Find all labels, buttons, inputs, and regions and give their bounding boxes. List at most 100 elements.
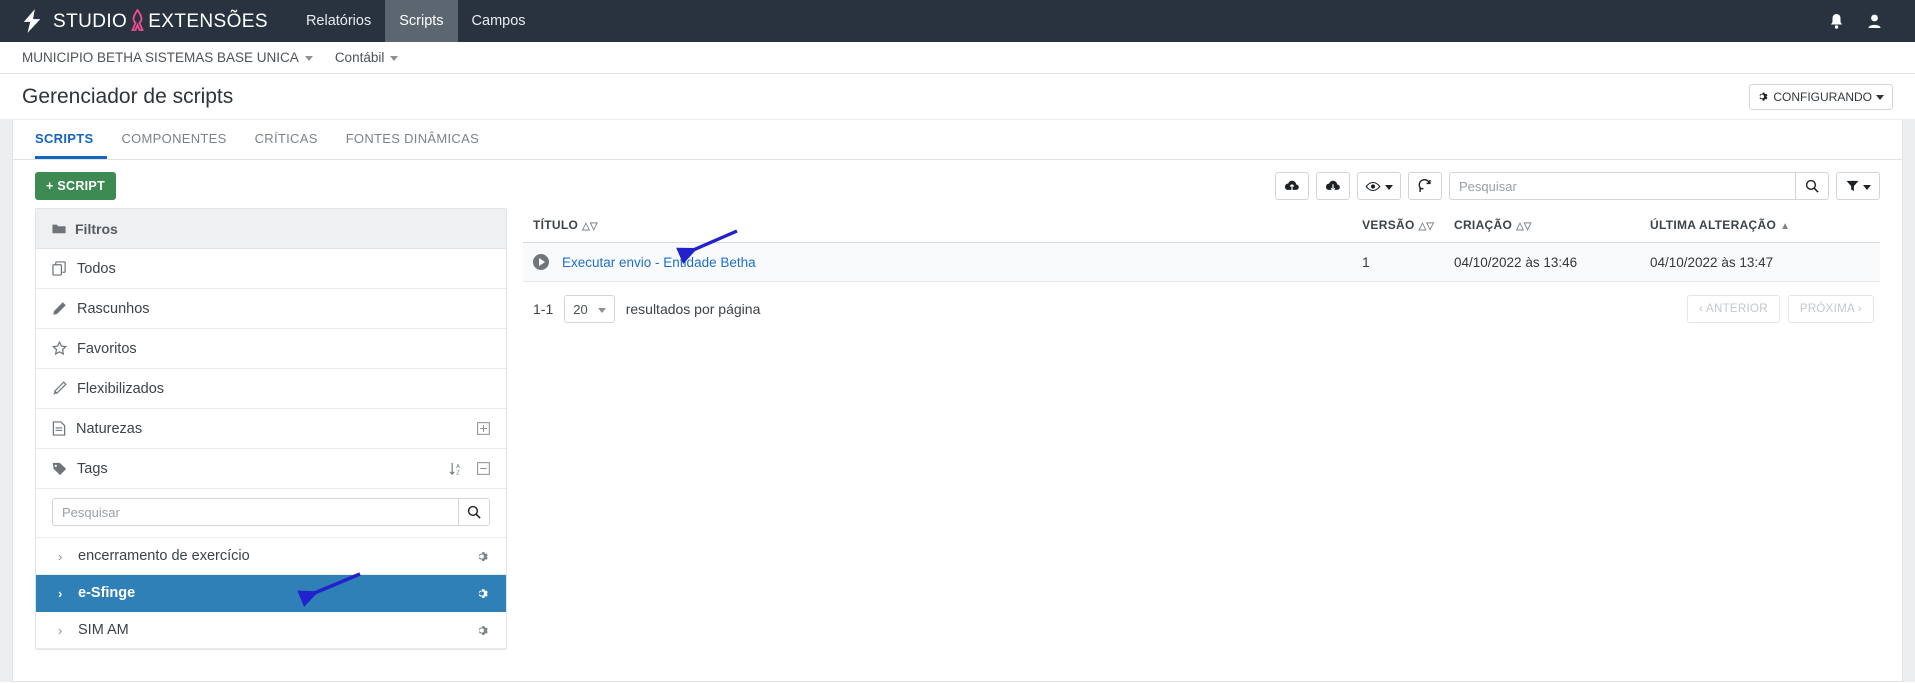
previous-page-button[interactable]: ‹ ANTERIOR [1687,295,1780,323]
folder-icon [52,224,66,233]
column-header-ultima-alteracao[interactable]: ÚLTIMA ALTERAÇÃO ▲ [1640,208,1880,243]
gear-icon [478,588,488,598]
tag-item-e-sfinge[interactable]: › e-Sfinge [36,575,506,612]
star-icon [52,341,67,356]
magic-wand-icon [53,381,67,395]
brand-studio: STUDIO [53,11,128,32]
sidebar-item-flexibilizados-label: Flexibilizados [77,380,165,397]
chevron-down-icon [1385,184,1393,190]
chevron-down-icon [1876,95,1884,100]
sidebar-item-flexibilizados[interactable]: Flexibilizados [36,369,506,409]
next-page-button[interactable]: PRÓXIMA › [1787,295,1874,323]
top-navbar: STUDIO EXTENSÕES Relatórios Scripts Campo… [0,0,1915,42]
cloud-download-icon [1325,180,1340,191]
breadcrumb: MUNICIPIO BETHA SISTEMAS BASE UNICA Cont… [0,42,1915,74]
table-row[interactable]: Executar envio - Entidade Betha 1 04/10/… [523,242,1880,282]
column-header-titulo[interactable]: TÍTULO △▽ [523,208,1353,243]
sidebar-item-rascunhos-label: Rascunhos [77,300,150,317]
chevron-right-icon[interactable]: › [58,623,62,638]
sidebar-item-rascunhos[interactable]: Rascunhos [36,289,506,329]
minus-square-icon [477,462,490,475]
scripts-table-area: TÍTULO △▽ VERSÃO △▽ CRIAÇÃO △▽ ÚLTIMA ALTER… [507,208,1880,650]
configurando-button[interactable]: CONFIGURANDO [1749,83,1893,110]
refresh-button[interactable] [1408,172,1442,200]
column-header-titulo-label: TÍTULO [533,218,579,232]
sidebar-item-tags[interactable]: Tags A Z [36,449,506,489]
sort-both-icon: △▽ [1516,221,1532,232]
brand[interactable]: STUDIO EXTENSÕES [0,0,278,42]
sidebar-item-favoritos[interactable]: Favoritos [36,329,506,369]
pagination-range: 1-1 [533,301,554,317]
search-icon [1805,179,1819,193]
bell-icon [1830,13,1842,29]
breadcrumb-module[interactable]: Contábil [335,50,399,65]
tab-fontes-dinamicas[interactable]: FONTES DINÂMICAS [332,120,493,159]
chevron-right-icon[interactable]: › [58,586,62,601]
funnel-icon [1846,180,1858,192]
content-wrapper: SCRIPTS COMPONENTES CRÍTICAS FONTES DINÂ… [0,120,1915,682]
refresh-icon [1418,179,1431,192]
search-input[interactable] [1449,172,1795,200]
gear-icon [1759,92,1768,101]
page-title: Gerenciador de scripts [22,84,234,108]
per-page-select[interactable]: 20 [564,295,615,323]
script-title-link[interactable]: Executar envio - Entidade Betha [562,255,756,270]
nav-item-campos[interactable]: Campos [458,0,540,42]
table-head: TÍTULO △▽ VERSÃO △▽ CRIAÇÃO △▽ ÚLTIMA ALTER… [523,208,1880,243]
plus-square-icon [477,422,490,435]
nav-item-scripts[interactable]: Scripts [385,0,458,42]
title-cell: Executar envio - Entidade Betha [533,254,1342,270]
naturezas-expand-button[interactable] [477,422,490,435]
tab-componentes[interactable]: COMPONENTES [107,120,240,159]
user-menu-button[interactable] [1857,0,1891,42]
chevron-right-icon[interactable]: › [58,549,62,564]
gear-icon [478,551,488,561]
main-split: Filtros Todos Rascunhos Favoritos Flexib… [13,208,1902,650]
tab-scripts[interactable]: SCRIPTS [35,120,108,159]
filters-sidebar: Filtros Todos Rascunhos Favoritos Flexib… [35,208,507,650]
tag-label: SIM AM [78,622,129,638]
breadcrumb-entity[interactable]: MUNICIPIO BETHA SISTEMAS BASE UNICA [22,50,313,65]
document-icon [52,421,66,436]
breadcrumb-entity-label: MUNICIPIO BETHA SISTEMAS BASE UNICA [22,50,299,65]
sort-asc-icon: ▲ [1780,221,1791,232]
nav-item-relatorios[interactable]: Relatórios [292,0,385,42]
tag-settings-button[interactable] [477,624,490,637]
tag-search-button[interactable] [458,498,490,526]
search-button[interactable] [1795,172,1829,200]
cell-ultima-alteracao: 04/10/2022 às 13:47 [1640,242,1880,282]
chevron-down-icon [304,56,313,61]
tags-collapse-button[interactable] [477,462,490,475]
sidebar-item-favoritos-label: Favoritos [77,340,137,357]
tag-settings-button[interactable] [477,550,490,563]
sidebar-item-todos[interactable]: Todos [36,249,506,289]
pink-ribbon-icon [131,9,145,31]
brand-extensoes: EXTENSÕES [148,11,268,32]
tags-sort-button[interactable]: A Z [449,462,463,476]
tag-item-sim-am[interactable]: › SIM AM [36,612,506,649]
page-header: Gerenciador de scripts CONFIGURANDO [0,74,1915,120]
sidebar-item-tags-label: Tags [77,460,108,477]
tag-item-encerramento-de-exercicio[interactable]: › encerramento de exercício [36,538,506,575]
column-header-versao[interactable]: VERSÃO △▽ [1352,208,1444,243]
sort-alpha-icon: A Z [449,462,460,476]
column-header-versao-label: VERSÃO [1362,218,1415,232]
play-circle-icon[interactable] [533,254,549,270]
chevron-down-icon [597,307,606,313]
filter-dropdown-button[interactable] [1836,172,1880,200]
lightning-bolt-icon [23,9,41,33]
export-script-button[interactable] [1316,172,1350,200]
new-script-button[interactable]: + SCRIPT [35,172,117,200]
tag-search-input[interactable] [52,498,458,526]
user-icon [1868,14,1880,28]
tab-criticas[interactable]: CRÍTICAS [241,120,332,159]
brand-text: STUDIO EXTENSÕES [53,9,268,33]
sidebar-item-naturezas[interactable]: Naturezas [36,409,506,449]
import-script-button[interactable] [1275,172,1309,200]
tag-settings-button[interactable] [477,587,490,600]
cloud-upload-icon [1284,180,1299,191]
column-header-criacao[interactable]: CRIAÇÃO △▽ [1444,208,1640,243]
column-header-criacao-label: CRIAÇÃO [1454,218,1513,232]
notifications-button[interactable] [1819,0,1853,42]
visibility-dropdown-button[interactable] [1357,172,1401,200]
